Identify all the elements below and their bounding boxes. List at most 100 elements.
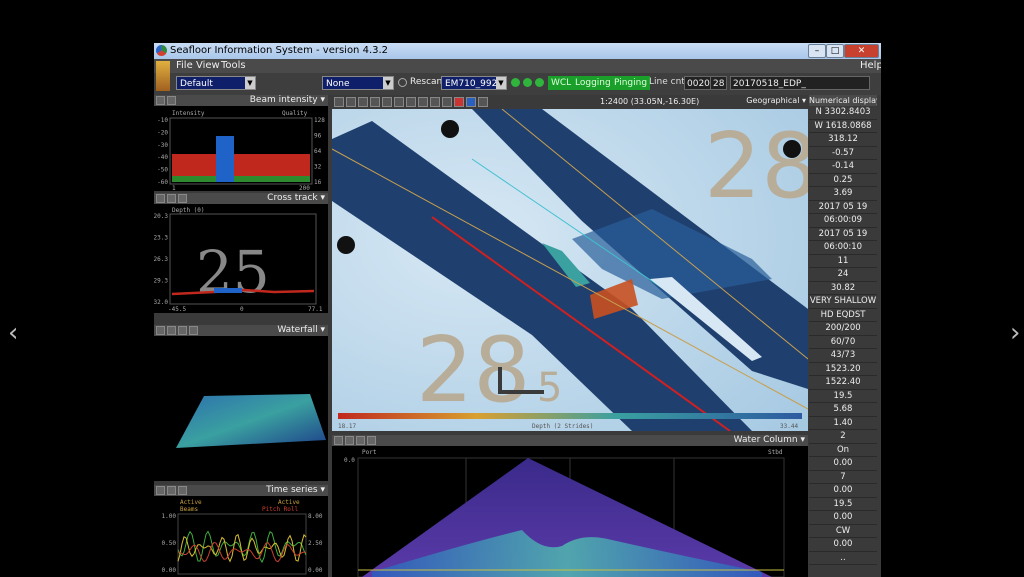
minimize-button[interactable]: – bbox=[808, 44, 826, 58]
water-column-title[interactable]: Water Column ▾ bbox=[734, 435, 805, 445]
record-icon[interactable] bbox=[178, 486, 187, 495]
line-count-label: Line cnt. bbox=[649, 77, 688, 87]
line-number-large: 25 bbox=[196, 238, 270, 306]
wcl-button[interactable]: WCL bbox=[548, 76, 575, 90]
app-window: Seafloor Information System - version 4.… bbox=[154, 43, 881, 577]
pin-icon[interactable] bbox=[156, 96, 165, 105]
numerical-value: 30.82 bbox=[809, 282, 877, 295]
sun-icon[interactable] bbox=[394, 97, 404, 107]
geographical-title[interactable]: Geographical ▾ bbox=[746, 96, 806, 105]
next-arrow[interactable]: › bbox=[1010, 320, 1020, 346]
beam-intensity-header: Beam intensity ▾ bbox=[154, 95, 328, 106]
pin-icon[interactable] bbox=[156, 194, 165, 203]
cross-track-chart: Depth (0) 20.323.326.329.332.0 25 -45.5 … bbox=[154, 207, 323, 313]
maximize-button[interactable]: □ bbox=[826, 44, 844, 58]
waterfall-view bbox=[176, 394, 326, 448]
ruler-icon[interactable] bbox=[430, 97, 440, 107]
axis-tick-label: 1.00 bbox=[162, 513, 177, 520]
time-series-title[interactable]: Time series ▾ bbox=[266, 485, 325, 495]
cross-track-title[interactable]: Cross track ▾ bbox=[267, 193, 325, 203]
play-icon[interactable] bbox=[511, 78, 520, 87]
camera-icon[interactable] bbox=[356, 436, 365, 445]
settings-icon[interactable] bbox=[167, 486, 176, 495]
pinging-button[interactable]: Pinging bbox=[611, 76, 651, 90]
chevron-down-icon: ▼ bbox=[383, 77, 393, 89]
pin-icon[interactable] bbox=[156, 486, 165, 495]
grid-icon[interactable] bbox=[370, 97, 380, 107]
menu-file[interactable]: File bbox=[176, 60, 193, 71]
waterfall-title[interactable]: Waterfall ▾ bbox=[277, 325, 325, 335]
time-series-header: Time series ▾ bbox=[154, 485, 328, 496]
globe-icon[interactable] bbox=[466, 97, 476, 107]
info-icon[interactable] bbox=[418, 97, 428, 107]
file-name-field[interactable]: 20170518_EDP_ bbox=[730, 76, 870, 90]
previous-arrow[interactable]: ‹ bbox=[8, 320, 18, 346]
cross-track-panel: Cross track ▾ Depth (0) 20.3 23.3 26.3 29.3… bbox=[154, 193, 328, 313]
port-label: Port bbox=[362, 449, 377, 456]
chart-icon[interactable] bbox=[358, 97, 368, 107]
numerical-value: -0.14 bbox=[809, 160, 877, 174]
layers-icon[interactable] bbox=[346, 97, 356, 107]
sonar-value: EM710_992 bbox=[445, 79, 498, 89]
numerical-value: 1522.40 bbox=[809, 376, 877, 390]
help-icon[interactable] bbox=[478, 97, 488, 107]
axis-tick-label: 0.50 bbox=[162, 540, 177, 547]
menu-help[interactable]: Help bbox=[860, 60, 881, 71]
logging-button[interactable]: Logging bbox=[572, 76, 614, 90]
step-icon[interactable] bbox=[523, 78, 532, 87]
menu-view[interactable]: View bbox=[196, 60, 220, 71]
depth-scale-label: Depth (2 Strides) bbox=[532, 423, 593, 430]
waterfall-header: Waterfall ▾ bbox=[154, 325, 328, 336]
axis-tick-label: 26.3 bbox=[154, 256, 168, 263]
pin-icon[interactable] bbox=[156, 326, 165, 335]
axis-tick-label: 32 bbox=[314, 164, 322, 171]
axis-tick-label: -20 bbox=[157, 129, 168, 136]
numerical-value: HD EQDST bbox=[809, 309, 877, 322]
numerical-value: 200/200 bbox=[809, 322, 877, 336]
profile-select[interactable]: Default ▼ bbox=[176, 76, 256, 90]
settings-icon[interactable] bbox=[167, 326, 176, 335]
numerical-value: 0.00 bbox=[809, 484, 877, 498]
axis-tick-label: 23.3 bbox=[154, 235, 168, 242]
numerical-display-header[interactable]: Numerical display ▾ bbox=[809, 95, 877, 106]
pin-icon[interactable] bbox=[334, 436, 343, 445]
camera-icon[interactable] bbox=[189, 326, 198, 335]
time-series-chart: Active Beams Active Pitch Roll 1.00 0.50 0… bbox=[162, 499, 323, 575]
numerical-value: 19.5 bbox=[809, 498, 877, 511]
view-3d-icon[interactable] bbox=[406, 97, 416, 107]
numerical-value: 1.40 bbox=[809, 417, 877, 430]
axis-tick-label: 128 bbox=[314, 117, 325, 124]
close-button[interactable]: ✕ bbox=[844, 44, 879, 58]
depth-max: 33.44 bbox=[780, 423, 798, 430]
depth-axis-label: Depth (0) bbox=[172, 207, 205, 214]
grid-icon[interactable] bbox=[367, 436, 376, 445]
forward-icon[interactable] bbox=[535, 78, 544, 87]
title-bar: Seafloor Information System - version 4.… bbox=[154, 43, 881, 59]
axis-tick-label: 20.3 bbox=[154, 213, 168, 220]
numerical-values: N 3302.8403 W 1618.0868 318.12 -0.57 -0.14 0.… bbox=[809, 106, 877, 565]
numerical-value: 11 bbox=[809, 255, 877, 268]
numerical-value: 60/70 bbox=[809, 336, 877, 349]
numerical-value: 06:00:09 bbox=[809, 214, 877, 228]
numerical-value: 3.69 bbox=[809, 187, 877, 201]
beam-intensity-title[interactable]: Beam intensity ▾ bbox=[250, 95, 325, 105]
none-select-value: None bbox=[326, 79, 350, 89]
zoom-icon[interactable] bbox=[382, 97, 392, 107]
axis-tick-label: 96 bbox=[314, 133, 322, 140]
rescan-button[interactable]: Rescan bbox=[410, 77, 442, 87]
none-select[interactable]: None ▼ bbox=[322, 76, 394, 90]
settings-icon[interactable] bbox=[178, 326, 187, 335]
menu-tools[interactable]: Tools bbox=[221, 60, 246, 71]
settings-icon[interactable] bbox=[167, 194, 176, 203]
close-icon[interactable] bbox=[178, 194, 187, 203]
settings-icon[interactable] bbox=[167, 96, 176, 105]
pin-icon[interactable] bbox=[334, 97, 344, 107]
geographical-map: 28 28 5 18.17 Depth (2 Strides) 33.44 bbox=[332, 109, 808, 431]
settings-icon[interactable] bbox=[345, 436, 354, 445]
stop-icon[interactable] bbox=[454, 97, 464, 107]
pointer-icon[interactable] bbox=[442, 97, 452, 107]
numerical-value: 19.5 bbox=[809, 390, 877, 403]
window-title: Seafloor Information System - version 4.… bbox=[170, 45, 389, 56]
beam-left-ticks: -10 -20 -30 -40 -50 -60 bbox=[157, 117, 168, 186]
sonar-select[interactable]: EM710_992 ▼ bbox=[441, 76, 507, 90]
